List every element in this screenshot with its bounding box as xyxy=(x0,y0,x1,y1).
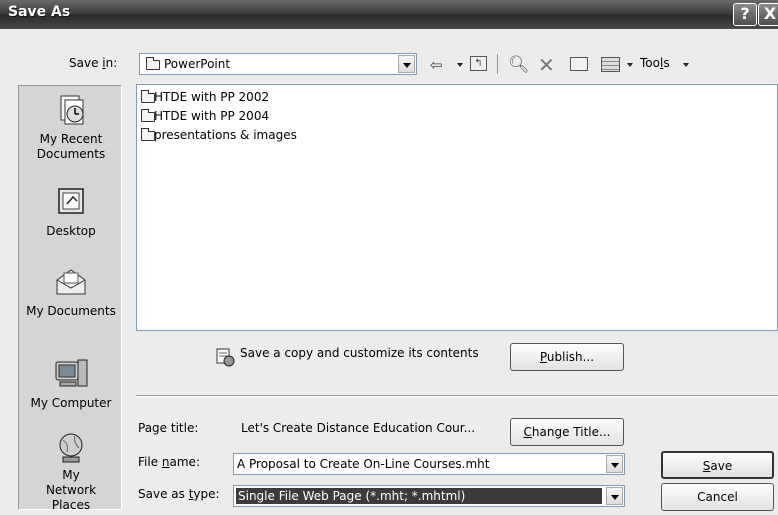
file-list[interactable]: HTDE with PP 2002 HTDE with PP 2004 pres… xyxy=(136,84,778,331)
search-web-icon[interactable]: 🔍︎ xyxy=(508,55,530,75)
network-places-icon xyxy=(59,433,83,463)
place-label: My Network Places xyxy=(45,468,97,512)
file-name: HTDE with PP 2002 xyxy=(154,90,270,104)
save-in-label: Save in: xyxy=(69,56,118,70)
save-as-dialog: Save As ? X Save in: PowerPoint ⇦ ↰ 🔍︎ ✕… xyxy=(0,0,778,515)
file-name: HTDE with PP 2004 xyxy=(154,109,270,123)
my-documents-icon xyxy=(56,269,86,295)
help-button[interactable]: ? xyxy=(733,3,757,26)
up-one-level-icon[interactable]: ↰ xyxy=(470,56,487,71)
place-label: My Recent Documents xyxy=(36,132,106,161)
delete-icon[interactable]: ✕ xyxy=(538,55,555,75)
publish-icon xyxy=(216,348,235,367)
recent-documents-icon xyxy=(60,95,84,125)
divider xyxy=(136,395,778,397)
my-computer-icon xyxy=(55,359,88,387)
place-label: Desktop xyxy=(46,224,96,238)
tools-menu[interactable]: Tools xyxy=(640,56,670,70)
folder-icon xyxy=(141,109,155,122)
file-name: presentations & images xyxy=(154,128,297,142)
file-name-field[interactable]: A Proposal to Create On-Line Courses.mht xyxy=(233,453,625,475)
desktop-icon xyxy=(58,188,84,214)
save-in-value: PowerPoint xyxy=(164,57,231,71)
file-name-value: A Proposal to Create On-Line Courses.mht xyxy=(237,457,490,471)
back-dropdown-icon[interactable] xyxy=(457,63,463,67)
places-bar: My Recent Documents Desktop My Documents xyxy=(18,85,123,513)
window-title: Save As xyxy=(8,4,71,20)
title-bar[interactable]: Save As ? X xyxy=(0,0,778,29)
place-my-documents[interactable]: My Documents xyxy=(19,264,123,319)
back-icon[interactable]: ⇦ xyxy=(430,55,443,75)
toolbar-separator xyxy=(497,54,498,74)
save-button[interactable]: Save xyxy=(661,451,774,479)
place-label: My Documents xyxy=(26,304,116,318)
folder-icon xyxy=(146,57,160,70)
chevron-down-icon[interactable] xyxy=(398,55,415,73)
file-name-label: File name: xyxy=(138,455,200,469)
views-dropdown-icon[interactable] xyxy=(627,63,633,67)
publish-button[interactable]: Publish... xyxy=(510,343,624,371)
chevron-down-icon[interactable] xyxy=(606,487,623,505)
chevron-down-icon[interactable] xyxy=(606,455,623,473)
page-title-value: Let's Create Distance Education Cour... xyxy=(241,421,476,435)
close-button[interactable]: X xyxy=(758,3,778,26)
place-my-recent-documents[interactable]: My Recent Documents xyxy=(19,92,123,162)
save-type-value: Single File Web Page (*.mht; *.mhtml) xyxy=(236,488,602,504)
place-my-network-places[interactable]: My Network Places xyxy=(19,430,123,513)
place-desktop[interactable]: Desktop xyxy=(19,184,123,239)
views-icon[interactable] xyxy=(601,57,620,72)
save-type-label: Save as type: xyxy=(138,487,220,501)
page-title-label: Page title: xyxy=(138,421,199,435)
new-folder-icon[interactable] xyxy=(570,57,588,71)
cancel-button[interactable]: Cancel xyxy=(661,483,774,511)
change-title-button[interactable]: Change Title... xyxy=(510,418,624,446)
folder-icon xyxy=(141,128,155,141)
tools-dropdown-icon[interactable] xyxy=(683,63,689,67)
place-my-computer[interactable]: My Computer xyxy=(19,356,123,411)
publish-description: Save a copy and customize its contents xyxy=(240,346,479,360)
save-type-dropdown[interactable]: Single File Web Page (*.mht; *.mhtml) xyxy=(233,485,625,507)
save-in-dropdown[interactable]: PowerPoint xyxy=(139,53,417,75)
folder-icon xyxy=(141,90,155,103)
place-label: My Computer xyxy=(30,396,112,410)
